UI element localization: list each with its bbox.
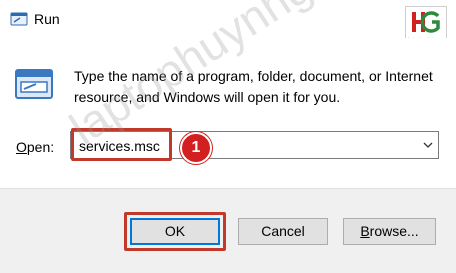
step-badge: 1 [180, 132, 212, 164]
open-label-accesskey: O [16, 139, 27, 155]
chevron-down-icon[interactable] [422, 139, 434, 151]
open-label-rest: pen: [26, 139, 55, 155]
input-highlight [71, 128, 172, 161]
dialog-description: Type the name of a program, folder, docu… [74, 68, 433, 105]
title-bar: Run [0, 0, 456, 38]
cancel-button[interactable]: Cancel [238, 218, 328, 245]
window-title: Run [34, 11, 60, 27]
browse-label-rest: rowse... [369, 223, 419, 239]
hg-logo-icon [412, 11, 440, 33]
run-program-icon [15, 69, 53, 99]
open-label: Open: [16, 138, 54, 156]
browse-accesskey: B [360, 223, 370, 239]
browse-button[interactable]: Browse... [343, 218, 436, 245]
dialog-content [0, 38, 456, 186]
ok-highlight [124, 212, 226, 251]
run-icon [10, 12, 28, 26]
